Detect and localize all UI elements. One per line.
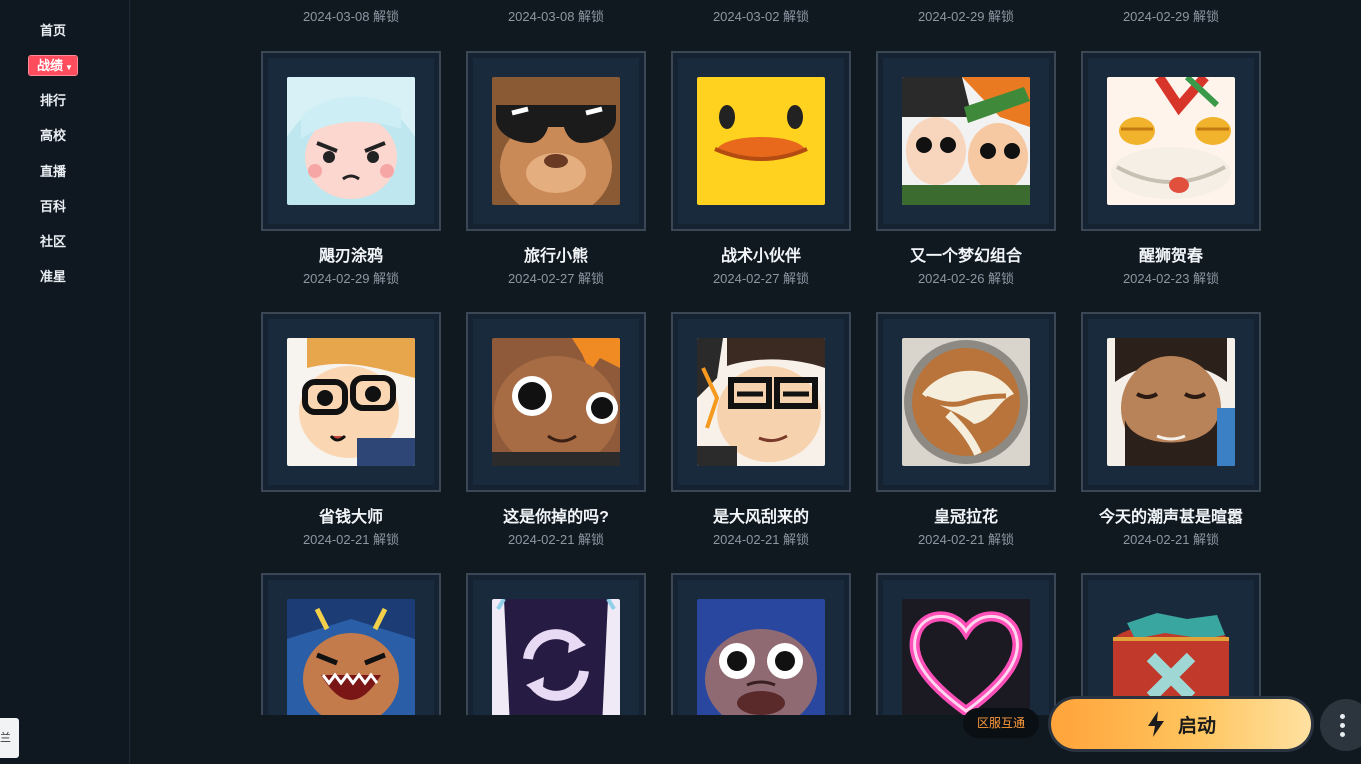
sidebar: 首页 战绩 ▼ 排行 高校 直播 百科 社区 准星 兰 xyxy=(0,0,130,764)
sidebar-item-home[interactable]: 首页 xyxy=(0,22,106,40)
spray-name: 旅行小熊 xyxy=(523,248,588,265)
scared-face-icon xyxy=(697,599,825,727)
sidebar-item-community[interactable]: 社区 xyxy=(0,233,106,251)
spray-date: 2024-02-23 解锁 xyxy=(1122,271,1220,286)
spray-frame xyxy=(466,51,646,231)
spray-name: 皇冠拉花 xyxy=(933,509,998,526)
sidebar-edge-tab[interactable]: 兰 xyxy=(0,718,19,758)
spray-name: 飓刃涂鸦 xyxy=(318,248,383,265)
sidebar-item-label: 直播 xyxy=(39,164,66,179)
spray-frame xyxy=(671,51,851,231)
sidebar-item-label: 高校 xyxy=(39,128,66,143)
sidebar-item-label: 排行 xyxy=(39,93,66,108)
bearded-man-icon xyxy=(1107,338,1235,466)
surprised-girl-icon xyxy=(492,338,620,466)
spray-frame xyxy=(261,312,441,492)
sidebar-item-ranking[interactable]: 排行 xyxy=(0,92,106,110)
more-dot-icon xyxy=(1339,713,1345,719)
sidebar-item-label: 首页 xyxy=(39,23,66,38)
smug-glasses-icon xyxy=(697,338,825,466)
spray-frame xyxy=(671,312,851,492)
glasses-boy-icon xyxy=(287,338,415,466)
caret-down-icon: ▼ xyxy=(65,63,73,72)
duo-characters-icon xyxy=(902,77,1030,205)
spray-date: 2024-02-29 解锁 xyxy=(302,271,400,286)
more-dot-icon xyxy=(1339,731,1345,737)
spray-frame xyxy=(1081,312,1261,492)
start-button[interactable]: 启动 xyxy=(1048,696,1314,752)
spray-frame xyxy=(1081,51,1261,231)
yellow-duck-icon xyxy=(697,77,825,205)
spray-frame xyxy=(261,51,441,231)
white-hair-girl-icon xyxy=(287,77,415,205)
spray-frame xyxy=(876,312,1056,492)
start-button-label: 启动 xyxy=(1177,715,1216,737)
sidebar-item-college[interactable]: 高校 xyxy=(0,127,106,145)
spray-date: 2024-02-21 解锁 xyxy=(712,532,810,547)
shouting-hero-icon xyxy=(287,599,415,727)
spray-frame xyxy=(876,51,1056,231)
top-row-date: 2024-02-29 解锁 xyxy=(917,9,1015,24)
spray-name: 醒狮贺春 xyxy=(1138,248,1203,265)
spray-date: 2024-02-27 解锁 xyxy=(712,271,810,286)
more-dot-icon xyxy=(1339,722,1345,728)
top-row-date: 2024-02-29 解锁 xyxy=(1122,9,1220,24)
latte-art-icon xyxy=(902,338,1030,466)
spray-date: 2024-02-27 解锁 xyxy=(507,271,605,286)
spray-name: 是大风刮来的 xyxy=(712,509,809,526)
spray-name: 省钱大师 xyxy=(318,509,383,526)
spray-name: 战术小伙伴 xyxy=(720,248,801,265)
sidebar-item-crosshair[interactable]: 准星 xyxy=(0,268,106,286)
sidebar-item-label: 社区 xyxy=(39,234,66,249)
spray-date: 2024-02-21 解锁 xyxy=(507,532,605,547)
sidebar-item-label: 准星 xyxy=(39,269,66,284)
spray-name: 今天的潮声甚是暄嚣 xyxy=(1098,509,1243,526)
region-interop-badge: 区服互通 xyxy=(963,708,1039,738)
sidebar-item-label: 战绩 xyxy=(37,58,64,73)
spray-name: 这是你掉的吗? xyxy=(503,509,609,526)
top-row-date: 2024-03-08 解锁 xyxy=(302,9,400,24)
sidebar-item-label: 百科 xyxy=(39,199,66,214)
bear-sunglasses-icon xyxy=(492,77,620,205)
reload-arrows-icon xyxy=(492,599,620,727)
spray-date: 2024-02-21 解锁 xyxy=(1122,532,1220,547)
spray-frame xyxy=(466,312,646,492)
top-row-date: 2024-03-08 解锁 xyxy=(507,9,605,24)
spray-name: 又一个梦幻组合 xyxy=(909,248,1022,265)
lion-dance-icon xyxy=(1107,77,1235,205)
spray-date: 2024-02-26 解锁 xyxy=(917,271,1015,286)
top-row-date: 2024-03-02 解锁 xyxy=(712,9,810,24)
sidebar-item-live[interactable]: 直播 xyxy=(0,163,106,181)
lightning-icon xyxy=(1147,711,1164,737)
spray-date: 2024-02-21 解锁 xyxy=(917,532,1015,547)
spray-date: 2024-02-21 解锁 xyxy=(302,532,400,547)
sidebar-item-wiki[interactable]: 百科 xyxy=(0,198,106,216)
sidebar-item-records[interactable]: 战绩 ▼ xyxy=(0,56,106,77)
